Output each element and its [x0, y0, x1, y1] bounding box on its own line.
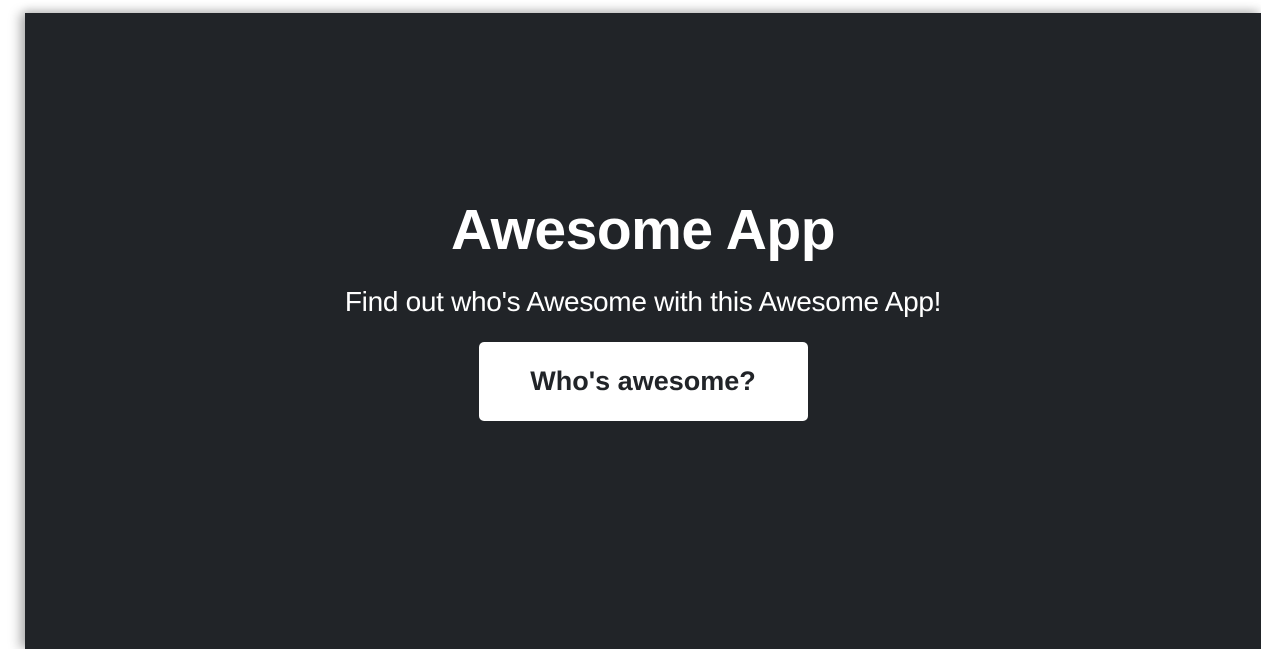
page-subtitle: Find out who's Awesome with this Awesome… [344, 286, 942, 317]
app-viewport: Awesome App Find out who's Awesome with … [25, 13, 1261, 649]
hero-section: Awesome App Find out who's Awesome with … [25, 13, 1261, 649]
page-title: Awesome App [450, 198, 836, 262]
whos-awesome-button[interactable]: Who's awesome? [478, 342, 808, 421]
